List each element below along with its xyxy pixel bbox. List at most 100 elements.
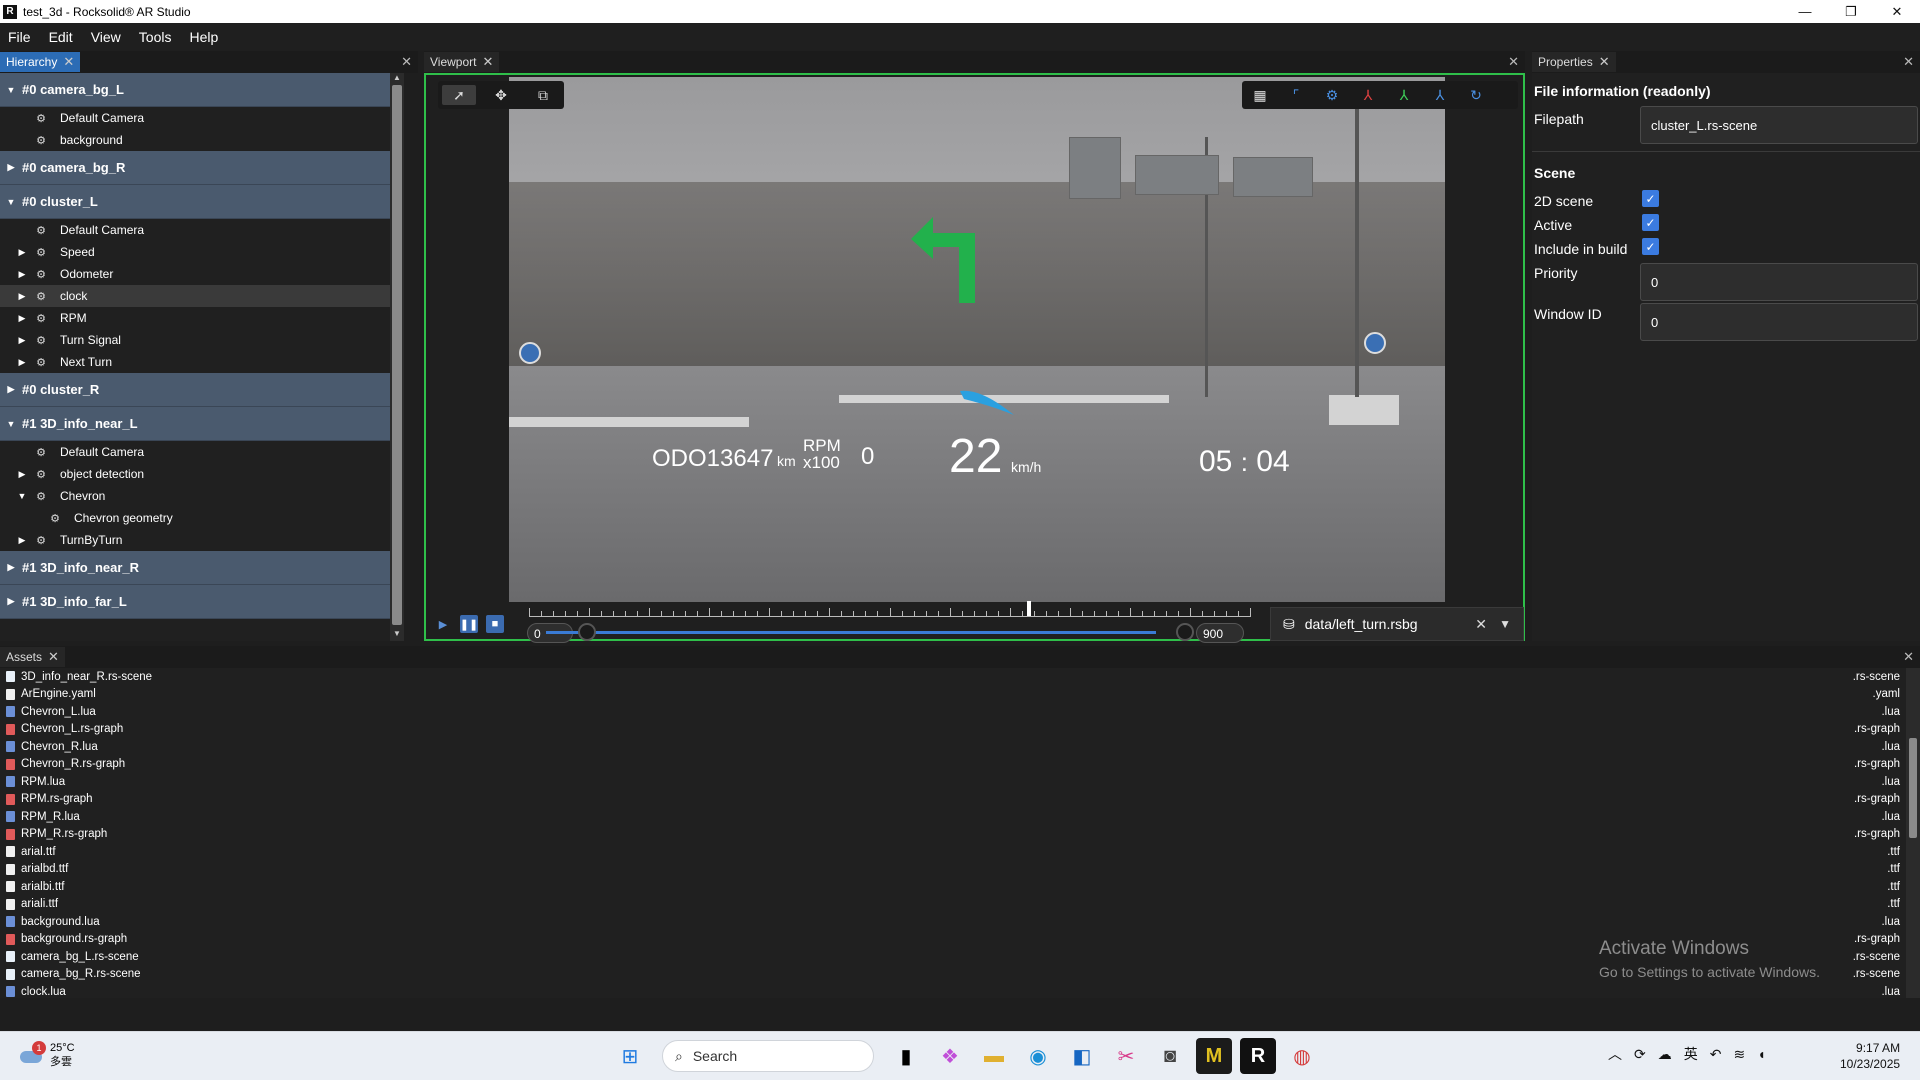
expand-arrow-icon[interactable]: ▶ — [16, 357, 28, 368]
range-end-knob[interactable] — [1176, 623, 1194, 641]
hierarchy-item[interactable]: ▶ ⚙ Turn Signal — [0, 329, 403, 351]
hierarchy-item[interactable]: ▶ ⚙ object detection — [0, 463, 403, 485]
include-in-build-checkbox[interactable]: ✓ — [1642, 238, 1659, 255]
pause-icon[interactable]: ❚❚ — [460, 615, 478, 633]
tab-viewport[interactable]: Viewport ✕ — [424, 52, 500, 72]
taskbar-search[interactable]: ⌕ Search — [662, 1040, 874, 1072]
ar-studio-icon[interactable]: R — [1240, 1038, 1276, 1074]
wifi-icon[interactable]: ≋ — [1733, 1046, 1745, 1063]
sync-icon[interactable]: ⟳ — [1634, 1046, 1646, 1063]
close-icon[interactable]: ✕ — [1874, 0, 1920, 23]
expand-arrow-icon[interactable]: ▶ — [16, 469, 28, 480]
tab-properties[interactable]: Properties ✕ — [1532, 52, 1616, 72]
hierarchy-group[interactable]: ▼ #1 3D_info_near_L — [0, 407, 403, 441]
hierarchy-group[interactable]: ▶ #1 3D_info_far_L — [0, 585, 403, 619]
start-icon[interactable]: ⊞ — [612, 1038, 648, 1074]
menu-file[interactable]: File — [0, 29, 40, 45]
outlook-icon[interactable]: ◧ — [1064, 1038, 1100, 1074]
hierarchy-scrollbar[interactable]: ▲ ▼ — [390, 73, 404, 641]
expand-arrow-icon[interactable]: ▶ — [16, 335, 28, 346]
move-tool-icon[interactable]: ✥ — [480, 87, 522, 104]
hierarchy-item[interactable]: ▶ ⚙ TurnByTurn — [0, 529, 403, 551]
hierarchy-item[interactable]: ▼ ⚙ Chevron — [0, 485, 403, 507]
asset-row[interactable]: Chevron_L.rs-graph .rs-graph — [0, 721, 1900, 739]
hierarchy-item[interactable]: ▶ ⚙ Odometer — [0, 263, 403, 285]
frame-icon[interactable]: ⌜ — [1278, 87, 1314, 104]
file-explorer-icon[interactable]: ▬ — [976, 1038, 1012, 1074]
hierarchy-group[interactable]: ▼ #0 camera_bg_L — [0, 73, 403, 107]
assets-scrollbar[interactable] — [1906, 668, 1920, 998]
minimize-icon[interactable]: — — [1782, 0, 1828, 23]
expand-arrow-icon[interactable]: ▶ — [16, 313, 28, 324]
menu-edit[interactable]: Edit — [40, 29, 82, 45]
hierarchy-group[interactable]: ▶ #1 3D_info_near_R — [0, 551, 403, 585]
window-id-field[interactable]: 0 — [1640, 303, 1918, 341]
asset-row[interactable]: background.lua .lua — [0, 913, 1900, 931]
undo-icon[interactable]: ↶ — [1710, 1046, 1722, 1063]
timeline-playhead[interactable] — [1027, 601, 1031, 616]
asset-row[interactable]: arialbi.ttf .ttf — [0, 878, 1900, 896]
range-start-knob[interactable] — [578, 623, 596, 641]
expand-arrow-icon[interactable]: ▶ — [16, 535, 28, 546]
collapsed-arrow-icon[interactable]: ▶ — [5, 596, 17, 607]
close-panel-icon[interactable]: ✕ — [1903, 649, 1914, 665]
close-panel-icon[interactable]: ✕ — [1903, 54, 1914, 70]
expanded-arrow-icon[interactable]: ▼ — [5, 197, 17, 207]
maximize-icon[interactable]: ❐ — [1828, 0, 1874, 23]
chevron-up-icon[interactable]: ︿ — [1608, 1044, 1622, 1064]
grid-toggle-icon[interactable]: ▦ — [1242, 87, 1278, 104]
asset-row[interactable]: clock.lua .lua — [0, 983, 1900, 1001]
edge-icon[interactable]: ◉ — [1020, 1038, 1056, 1074]
axis-y-icon[interactable]: ⅄ — [1386, 87, 1422, 104]
asset-row[interactable]: ArEngine.yaml .yaml — [0, 686, 1900, 704]
task-view-icon[interactable]: ▮ — [888, 1038, 924, 1074]
priority-field[interactable]: 0 — [1640, 263, 1918, 301]
asset-row[interactable]: Chevron_R.rs-graph .rs-graph — [0, 756, 1900, 774]
collapsed-arrow-icon[interactable]: ▶ — [5, 384, 17, 395]
hierarchy-item[interactable]: ▶ ⚙ Speed — [0, 241, 403, 263]
asset-row[interactable]: RPM.lua .lua — [0, 773, 1900, 791]
stop-icon[interactable]: ■ — [486, 615, 504, 633]
hierarchy-item[interactable]: ▶ ⚙ RPM — [0, 307, 403, 329]
axis-x-icon[interactable]: ⅄ — [1350, 87, 1386, 104]
collapsed-arrow-icon[interactable]: ▶ — [5, 562, 17, 573]
hierarchy-group[interactable]: ▼ #0 cluster_L — [0, 185, 403, 219]
asset-row[interactable]: Chevron_L.lua .lua — [0, 703, 1900, 721]
asset-row[interactable]: RPM_R.rs-graph .rs-graph — [0, 826, 1900, 844]
weather-widget[interactable]: 1 25°C 多雲 — [18, 1041, 75, 1069]
network-drive-icon[interactable]: ☁ — [1658, 1046, 1672, 1063]
asset-row[interactable]: RPM.rs-graph .rs-graph — [0, 791, 1900, 809]
asset-row[interactable]: Chevron_R.lua .lua — [0, 738, 1900, 756]
camera-icon[interactable]: ◙ — [1152, 1038, 1188, 1074]
close-panel-icon[interactable]: ✕ — [401, 54, 412, 70]
active-checkbox[interactable]: ✓ — [1642, 214, 1659, 231]
menu-tools[interactable]: Tools — [130, 29, 181, 45]
menu-help[interactable]: Help — [180, 29, 227, 45]
asset-row[interactable]: 3D_info_near_R.rs-scene .rs-scene — [0, 668, 1900, 686]
asset-row[interactable]: arial.ttf .ttf — [0, 843, 1900, 861]
hierarchy-item[interactable]: ⚙ Default Camera — [0, 441, 403, 463]
close-tab-icon[interactable]: ✕ — [482, 54, 493, 70]
asset-row[interactable]: RPM_R.lua .lua — [0, 808, 1900, 826]
scroll-down-icon[interactable]: ▼ — [390, 629, 404, 641]
play-icon[interactable]: ▶ — [434, 615, 452, 633]
timeline-ruler[interactable] — [529, 601, 1251, 617]
tab-assets[interactable]: Assets ✕ — [0, 647, 65, 667]
close-panel-icon[interactable]: ✕ — [1508, 54, 1519, 70]
hierarchy-group[interactable]: ▶ #0 camera_bg_R — [0, 151, 403, 185]
system-clock[interactable]: 9:17 AM 10/23/2025 — [1840, 1040, 1900, 1072]
asset-row[interactable]: arialbd.ttf .ttf — [0, 861, 1900, 879]
clear-file-icon[interactable]: ✕ — [1475, 616, 1487, 633]
expand-arrow-icon[interactable]: ▶ — [16, 247, 28, 258]
axis-z-icon[interactable]: ⅄ — [1422, 87, 1458, 104]
scrollbar-thumb[interactable] — [1909, 738, 1917, 838]
camera-view-icon[interactable]: ⚙ — [1314, 87, 1350, 104]
refresh-icon[interactable]: ↻ — [1458, 87, 1494, 104]
chevron-down-icon[interactable]: ▼ — [1499, 617, 1511, 631]
hierarchy-item[interactable]: ⚙ Default Camera — [0, 107, 403, 129]
collapsed-arrow-icon[interactable]: ▶ — [5, 162, 17, 173]
expanded-arrow-icon[interactable]: ▼ — [5, 419, 17, 429]
hierarchy-group[interactable]: ▶ #0 cluster_R — [0, 373, 403, 407]
hierarchy-item[interactable]: ⚙ Default Camera — [0, 219, 403, 241]
expand-arrow-icon[interactable]: ▼ — [16, 491, 28, 501]
